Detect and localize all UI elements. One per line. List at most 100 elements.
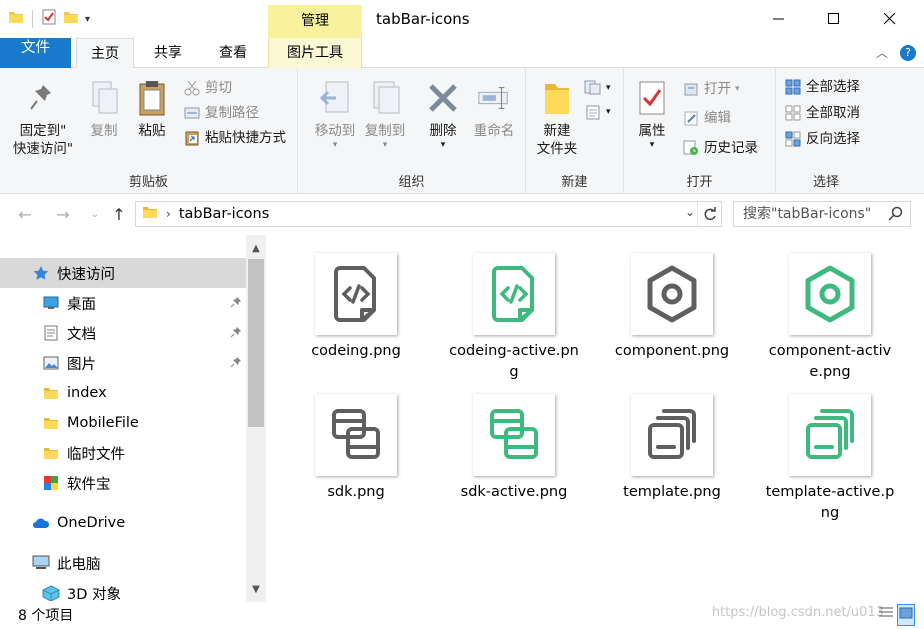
invert-selection-button[interactable]: 反向选择 <box>784 127 860 151</box>
back-button[interactable]: ← <box>14 203 36 225</box>
tab-picture-tools[interactable]: 图片工具 <box>268 38 362 68</box>
file-item[interactable]: component.png <box>602 253 742 362</box>
nav-item-label: MobileFile <box>67 415 139 431</box>
nav-item[interactable]: 此电脑 <box>0 548 246 578</box>
history-button[interactable]: 历史记录 <box>682 136 758 160</box>
forward-button[interactable]: → <box>52 203 74 225</box>
chevron-down-icon: ⌄ <box>90 208 100 220</box>
scrollbar-thumb[interactable] <box>248 259 264 427</box>
breadcrumb[interactable]: tabBar-icons <box>179 206 270 222</box>
recent-locations-button[interactable]: ⌄ <box>84 203 106 225</box>
ribbon: 固定到" 快速访问" 复制 粘贴 剪切 复制路径 粘贴快捷方式 剪贴板 移动到 … <box>0 68 924 194</box>
navigation-pane: ▲ ▼ 快速访问桌面 文档 图片 index MobileFile 临时文件 软件宝 OneD… <box>0 235 266 603</box>
history-label: 历史记录 <box>704 140 758 156</box>
file-item[interactable]: sdk-active.png <box>444 394 584 503</box>
close-button[interactable] <box>867 4 913 34</box>
select-all-icon <box>784 78 802 96</box>
file-item[interactable]: template.png <box>602 394 742 503</box>
hexagon-icon <box>789 253 871 335</box>
sdk-icon <box>473 394 555 476</box>
new-item-button[interactable]: ▾ <box>584 76 611 100</box>
tab-home[interactable]: 主页 <box>76 38 134 69</box>
scroll-down-icon[interactable]: ▼ <box>246 578 266 600</box>
up-button[interactable]: ↑ <box>108 203 130 225</box>
tab-share[interactable]: 共享 <box>138 38 198 68</box>
customize-qat-icon[interactable]: ▾ <box>85 14 90 25</box>
breadcrumb-chevron-icon[interactable]: › <box>166 207 171 221</box>
collapse-ribbon-icon[interactable]: ︿ <box>876 44 888 61</box>
nav-item[interactable]: 快速访问 <box>0 258 246 288</box>
delete-button[interactable]: 删除 ▾ <box>420 78 466 150</box>
edit-button[interactable]: 编辑 <box>682 106 731 130</box>
address-bar[interactable]: › tabBar-icons ⌄ <box>135 201 722 227</box>
nav-item[interactable]: 软件宝 <box>0 468 246 498</box>
nav-item[interactable]: 临时文件 <box>0 438 246 468</box>
properties-button[interactable]: 属性 ▾ <box>630 78 674 150</box>
properties-label: 属性 <box>638 123 666 139</box>
paste-button[interactable]: 粘贴 <box>130 78 174 140</box>
search-input[interactable]: 搜索"tabBar-icons" <box>733 201 911 227</box>
maximize-button[interactable] <box>811 4 857 34</box>
file-name: component.png <box>614 343 730 359</box>
file-item[interactable]: codeing.png <box>286 253 426 362</box>
select-all-button[interactable]: 全部选择 <box>784 75 860 99</box>
cut-button[interactable]: 剪切 <box>183 76 232 100</box>
refresh-icon <box>704 207 716 221</box>
tab-view[interactable]: 查看 <box>202 38 264 68</box>
details-view-icon[interactable] <box>878 605 894 625</box>
move-to-button[interactable]: 移动到 ▾ <box>310 78 360 150</box>
search-placeholder: 搜索"tabBar-icons" <box>743 206 872 222</box>
new-folder-icon <box>540 78 574 118</box>
picture-icon <box>42 354 60 372</box>
easy-access-button[interactable]: ▾ <box>584 100 611 124</box>
pin-icon <box>230 356 242 372</box>
up-arrow-icon: ↑ <box>112 204 126 224</box>
invert-selection-icon <box>784 130 802 148</box>
hexagon-icon <box>631 253 713 335</box>
nav-item-label: 快速访问 <box>57 266 115 283</box>
nav-item[interactable]: 桌面 <box>0 288 246 318</box>
select-none-button[interactable]: 全部取消 <box>784 101 860 125</box>
new-folder-button[interactable]: 新建 文件夹 <box>530 78 584 158</box>
nav-item-label: OneDrive <box>57 515 126 531</box>
context-tab-manage: 管理 <box>268 5 362 38</box>
template-icon <box>789 394 871 476</box>
copy-to-label: 复制到 <box>364 123 406 139</box>
pin-to-quick-access-button[interactable]: 固定到" 快速访问" <box>6 78 80 158</box>
nav-item[interactable]: index <box>0 378 246 408</box>
back-arrow-icon: ← <box>18 204 32 224</box>
nav-item[interactable]: OneDrive <box>0 508 246 538</box>
pin-icon <box>230 296 242 312</box>
properties-icon[interactable] <box>41 9 57 29</box>
copy-path-label: 复制路径 <box>205 105 259 121</box>
file-item[interactable]: template-active.png <box>760 394 900 524</box>
file-item[interactable]: codeing-active.png <box>444 253 584 383</box>
file-name: component-active.png <box>768 343 892 380</box>
easy-access-icon <box>584 103 602 121</box>
nav-scrollbar[interactable]: ▲ ▼ <box>246 235 266 602</box>
open-button[interactable]: 打开 ▾ <box>682 77 740 101</box>
file-item[interactable]: component-active.png <box>760 253 900 383</box>
copy-button[interactable]: 复制 <box>82 78 126 140</box>
minimize-button[interactable] <box>756 4 802 34</box>
copy-to-button[interactable]: 复制到 ▾ <box>360 78 410 150</box>
file-name: codeing-active.png <box>449 343 579 380</box>
large-icons-view-icon[interactable] <box>897 604 915 626</box>
refresh-button[interactable] <box>697 202 721 226</box>
nav-item[interactable]: 文档 <box>0 318 246 348</box>
rename-button[interactable]: 重命名 <box>468 78 520 140</box>
help-icon[interactable]: ? <box>900 44 916 61</box>
search-icon[interactable] <box>888 206 904 230</box>
organize-group-label: 组织 <box>398 175 425 190</box>
scroll-up-icon[interactable]: ▲ <box>246 237 266 259</box>
new-folder-icon[interactable] <box>63 9 79 29</box>
file-item[interactable]: sdk.png <box>286 394 426 503</box>
address-dropdown-icon[interactable]: ⌄ <box>685 205 695 219</box>
nav-item[interactable]: MobileFile <box>0 408 246 438</box>
tab-file[interactable]: 文件 <box>0 38 71 68</box>
copy-path-button[interactable]: 复制路径 <box>183 101 259 125</box>
paste-shortcut-button[interactable]: 粘贴快捷方式 <box>183 126 286 150</box>
quick-access-toolbar: ▾ <box>8 9 90 29</box>
nav-item[interactable]: 图片 <box>0 348 246 378</box>
select-none-icon <box>784 104 802 122</box>
